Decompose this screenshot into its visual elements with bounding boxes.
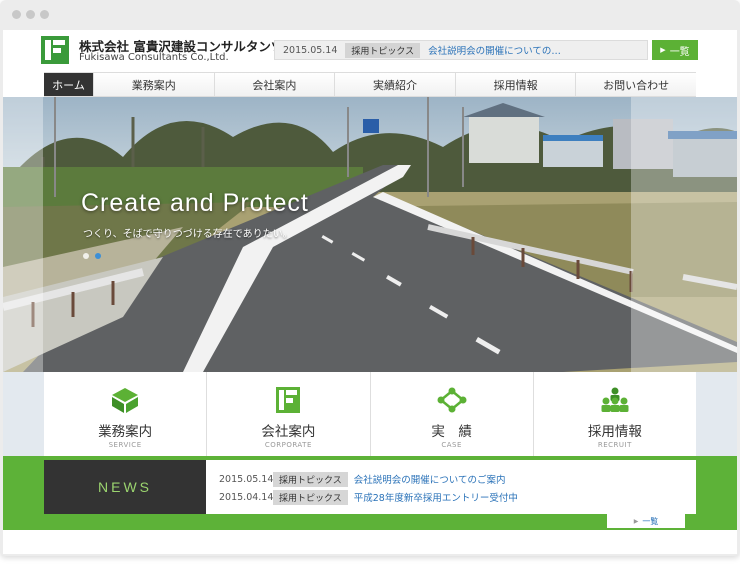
news-list-button[interactable]: ▶ 一覧 (607, 514, 685, 528)
topics-ticker: 2015.05.14 採用トピックス 会社説明会の開催についての… (274, 40, 648, 60)
news-tag: 採用トピックス (273, 489, 348, 505)
tile-recruit-label: 採用情報 (587, 424, 642, 440)
tile-corporate-label: 会社案内 (261, 424, 316, 440)
tile-case-sub: CASE (441, 441, 462, 449)
topics-list-label: 一覧 (669, 46, 690, 58)
news-title-link[interactable]: 会社説明会の開催についてのご案内 (354, 472, 506, 486)
nav-item-corporate[interactable]: 会社案内 (214, 73, 336, 96)
global-nav: ホーム 業務案内 会社案内 実績紹介 採用情報 お問い合わせ (44, 72, 696, 97)
triangle-right-icon: ▶ (633, 517, 639, 525)
people-icon (601, 387, 629, 412)
slider-dot-1[interactable] (83, 253, 89, 259)
hero-subtitle: つくり、そばで守りつづける存在でありたい。 (83, 229, 293, 240)
tile-corporate-sub: CORPORATE (264, 441, 312, 449)
nav-item-recruit[interactable]: 採用情報 (455, 73, 577, 96)
tile-corporate[interactable]: 会社案内 CORPORATE (207, 372, 371, 456)
nav-item-home[interactable]: ホーム (44, 73, 94, 96)
company-logo-icon (276, 387, 301, 413)
news-date: 2015.05.14 (219, 473, 274, 485)
company-logo-icon[interactable] (41, 36, 69, 64)
browser-window: 株式会社 富貴沢建設コンサルタンツ Fukisawa Consultants C… (0, 0, 740, 556)
topics-tag: 採用トピックス (345, 42, 421, 58)
news-heading: NEWS (44, 460, 206, 514)
topics-date: 2015.05.14 (283, 44, 338, 56)
tile-recruit-sub: RECRUIT (597, 441, 632, 449)
news-date: 2015.04.14 (219, 491, 274, 503)
network-icon (437, 387, 467, 413)
topics-title-link[interactable]: 会社説明会の開催についての… (428, 43, 561, 57)
nav-item-service[interactable]: 業務案内 (94, 73, 215, 96)
topics-list-button[interactable]: ▶ 一覧 (652, 40, 698, 60)
news-title-link[interactable]: 平成28年度新卒採用エントリー受付中 (354, 490, 518, 504)
news-item: 2015.05.14 採用トピックス 会社説明会の開催についてのご案内 (219, 470, 518, 488)
news-list-label: 一覧 (642, 516, 659, 526)
window-close-dot[interactable] (12, 10, 21, 19)
tile-case-label: 実 績 (431, 424, 472, 440)
triangle-right-icon: ▶ (660, 46, 666, 54)
page-viewport: 株式会社 富貴沢建設コンサルタンツ Fukisawa Consultants C… (3, 30, 737, 554)
news-item: 2015.04.14 採用トピックス 平成28年度新卒採用エントリー受付中 (219, 488, 518, 506)
nav-item-case[interactable]: 実績紹介 (335, 73, 456, 96)
news-list: 2015.05.14 採用トピックス 会社説明会の開催についてのご案内 2015… (219, 470, 518, 506)
slider-dot-2[interactable] (95, 253, 101, 259)
tile-service-sub: SERVICE (108, 441, 142, 449)
tile-service[interactable]: 業務案内 SERVICE (44, 372, 208, 456)
hero-title: Create and Protect (81, 189, 309, 217)
window-titlebar (0, 0, 740, 30)
nav-item-contact[interactable]: お問い合わせ (576, 73, 696, 96)
window-zoom-dot[interactable] (40, 10, 49, 19)
tile-case[interactable]: 実 績 CASE (371, 372, 534, 456)
hero-slider: Create and Protect つくり、そばで守りつづける存在でありたい。 (3, 97, 737, 372)
site-header: 株式会社 富貴沢建設コンサルタンツ Fukisawa Consultants C… (3, 30, 737, 97)
category-tiles: 業務案内 SERVICE 会社案内 CORPORATE 実 績 CASE 採用情… (44, 372, 696, 456)
hero-right-overlay (631, 97, 737, 372)
hero-left-overlay (3, 97, 43, 372)
window-minimize-dot[interactable] (26, 10, 35, 19)
news-tag: 採用トピックス (273, 471, 348, 487)
company-name-en: Fukisawa Consultants Co.,Ltd. (79, 52, 229, 63)
tile-service-label: 業務案内 (98, 424, 153, 440)
slider-pagination (83, 253, 101, 259)
tile-recruit[interactable]: 採用情報 RECRUIT (534, 372, 696, 456)
box-icon (112, 388, 139, 413)
